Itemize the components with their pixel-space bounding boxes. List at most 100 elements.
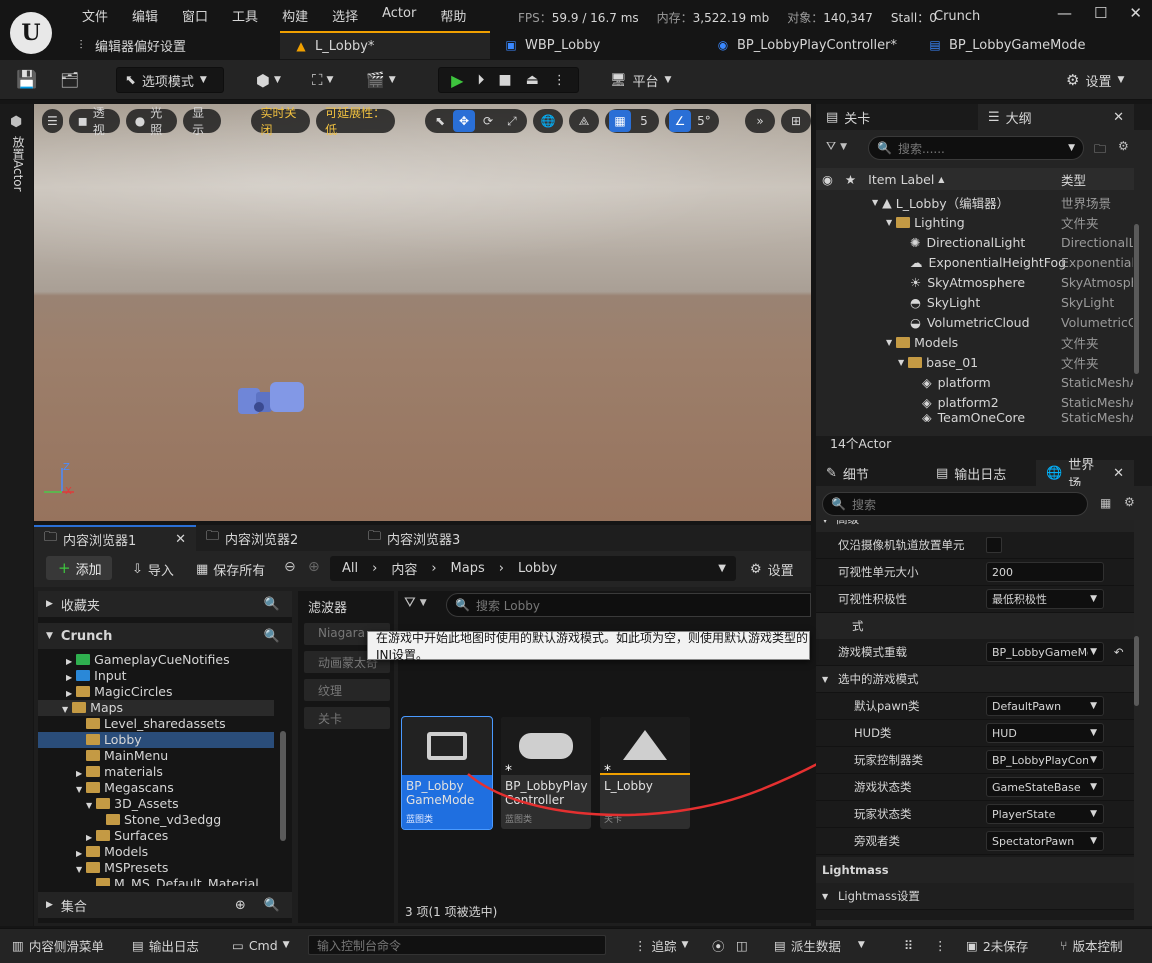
filter-texture[interactable]: 纹理 <box>304 679 390 701</box>
section-game-mode[interactable]: 式 <box>816 613 1134 639</box>
step-icon[interactable]: ⏵ <box>477 72 484 88</box>
scalability-badge[interactable]: 可延展性：低 <box>316 106 395 137</box>
reset-arrow-icon[interactable]: ↶ <box>1114 645 1124 659</box>
section-lightmass-settings[interactable]: ▼ Lightmass设置 <box>816 883 1134 910</box>
eject-icon[interactable]: ⏏ <box>526 72 539 88</box>
mode-dropdown[interactable]: ⬉ 选项模式 ▼ <box>116 67 224 93</box>
browse-icon[interactable]: 🗂 <box>60 67 79 93</box>
menu-help[interactable]: 帮助 <box>428 6 478 25</box>
tab-content-browser-3[interactable]: 🗀 内容浏览器3 <box>358 525 520 551</box>
close-icon[interactable]: ✕ <box>175 532 186 547</box>
tree-item[interactable]: ▼ Maps <box>38 700 274 716</box>
tree-item-selected[interactable]: Lobby <box>38 732 274 748</box>
tab-details[interactable]: ✎ 细节 <box>816 460 926 486</box>
trace-button[interactable]: ⋮ 追踪 ▼ <box>634 935 688 955</box>
outliner-row[interactable]: ☁ ExponentialHeightFogExponentialHeightFo… <box>816 252 1134 272</box>
more-options-icon[interactable]: ⋮ <box>553 73 566 88</box>
output-log-button[interactable]: ▤ 输出日志 <box>132 935 199 955</box>
menu-actor[interactable]: Actor <box>370 6 428 25</box>
tree-item[interactable]: ▼ MSPresets <box>76 860 168 876</box>
close-icon[interactable]: ✕ <box>1129 4 1142 22</box>
col-item-label[interactable]: Item Label <box>868 172 934 187</box>
move-tool-icon[interactable]: ✥ <box>452 110 475 132</box>
tab-outliner[interactable]: ☰ 大纲 ✕ <box>978 104 1134 130</box>
prop-number-input[interactable]: 200 <box>986 562 1104 582</box>
save-all-button[interactable]: ▦ 保存所有 <box>196 560 265 579</box>
add-button[interactable]: + 添加 <box>46 556 112 580</box>
angle-icon[interactable]: ∠ <box>668 110 691 132</box>
tree-item[interactable]: ▶ Input <box>66 668 127 684</box>
menu-window[interactable]: 窗口 <box>170 6 220 25</box>
perspective-button[interactable]: ◼ 透视 <box>68 106 120 137</box>
tree-scrollbar[interactable] <box>280 731 286 841</box>
outliner-filter-dropdown[interactable]: ⛛ ▼ <box>826 139 847 154</box>
unreal-logo-icon[interactable]: U <box>10 12 52 54</box>
minimize-icon[interactable]: — <box>1057 4 1072 22</box>
surface-snap-icon[interactable]: ⟁ <box>573 110 595 132</box>
maximize-icon[interactable]: ☐ <box>1094 4 1107 22</box>
close-icon[interactable]: ✕ <box>1113 110 1124 125</box>
more-options-icon[interactable]: ⋮ <box>934 935 947 955</box>
filter-dropdown[interactable]: ⛛ ▼ <box>404 595 427 611</box>
tree-item[interactable]: ▼ 3D_Assets <box>86 796 179 812</box>
menu-file[interactable]: 文件 <box>70 6 120 25</box>
layout-icon[interactable]: ⊞ <box>785 110 807 132</box>
tree-item[interactable]: Level_sharedassets <box>86 716 226 732</box>
menu-select[interactable]: 选择 <box>320 6 370 25</box>
menu-edit[interactable]: 编辑 <box>120 6 170 25</box>
show-button[interactable]: 显示 <box>183 106 222 137</box>
select-tool-icon[interactable]: ⬉ <box>429 110 451 132</box>
outliner-row[interactable]: ☀ SkyAtmosphere SkyAtmosphere <box>816 272 1134 292</box>
tab-editor-prefs[interactable]: ⫶ 编辑器偏好设置 <box>60 31 280 59</box>
player-mesh[interactable] <box>230 374 310 424</box>
lit-button[interactable]: ● 光照 <box>125 106 178 137</box>
star-icon[interactable]: ★ <box>845 172 856 187</box>
play-icon[interactable]: ▶ <box>451 71 463 90</box>
asset-search-input[interactable]: 🔍 搜索 Lobby <box>446 593 811 617</box>
prop-dropdown[interactable]: GameStateBase ▼ <box>986 777 1104 797</box>
prop-dropdown[interactable]: SpectatorPawn ▼ <box>986 831 1104 851</box>
prop-checkbox[interactable] <box>986 537 1002 553</box>
menu-build[interactable]: 构建 <box>270 6 320 25</box>
details-scrollbar[interactable] <box>1134 636 1139 706</box>
section-advanced[interactable]: ▼ 高级 <box>816 520 1134 532</box>
tab-l-lobby[interactable]: ▲ L_Lobby* <box>280 31 490 59</box>
outliner-scrollbar[interactable] <box>1134 224 1139 374</box>
globe-icon[interactable]: 🌐 <box>537 110 559 132</box>
outliner-row[interactable]: ◈ TeamOneCore StaticMeshActor <box>816 412 1134 422</box>
tree-item[interactable]: ▶ Models <box>76 844 148 860</box>
grid-icon[interactable]: ▦ <box>608 110 631 132</box>
outliner-row[interactable]: ◒ VolumetricCloud VolumetricCloud <box>816 312 1134 332</box>
add-folder-icon[interactable]: 🗀 <box>1094 140 1106 161</box>
project-header[interactable]: ▼ Crunch 🔍 <box>38 623 292 649</box>
prop-dropdown[interactable]: DefaultPawn ▼ <box>986 696 1104 716</box>
collections-header[interactable]: ▶ 集合 ⊕ 🔍 <box>38 892 292 918</box>
unsaved-button[interactable]: ▣ 2未保存 <box>966 935 1028 955</box>
tree-item[interactable]: Stone_vd3edgg <box>106 812 221 828</box>
snapshot-icon[interactable]: ◫ <box>736 935 748 955</box>
tab-bp-lobby-gamemode[interactable]: ▤ BP_LobbyGameMode <box>914 31 1124 59</box>
prop-dropdown[interactable]: 最低积极性 ▼ <box>986 589 1104 609</box>
section-selected-game-mode[interactable]: ▼ 选中的游戏模式 <box>816 666 1134 693</box>
outliner-row[interactable]: ◈ platform StaticMeshActor <box>816 372 1134 392</box>
search-icon[interactable]: 🔍 <box>264 629 280 644</box>
prop-dropdown[interactable]: HUD ▼ <box>986 723 1104 743</box>
tree-item[interactable]: ▶ materials <box>76 764 163 780</box>
tab-world-settings[interactable]: 🌐 世界场... ✕ <box>1036 458 1134 492</box>
cmd-dropdown[interactable]: ▭ Cmd ▼ <box>232 935 290 955</box>
forward-icon[interactable]: ⊕ <box>308 559 320 575</box>
tab-content-browser-2[interactable]: 🗀 内容浏览器2 <box>196 525 358 551</box>
tab-levels[interactable]: ▤ 关卡 <box>816 104 978 130</box>
outliner-row[interactable]: ▼ Lighting 文件夹 <box>816 212 1134 232</box>
settings-button[interactable]: ⚙ 设置 ▼ <box>1066 67 1124 93</box>
outliner-row[interactable]: ▼ Models 文件夹 <box>816 332 1134 352</box>
gear-icon[interactable]: ⚙ <box>1124 495 1135 509</box>
tree-item[interactable]: ▶ Surfaces <box>86 828 168 844</box>
prop-dropdown[interactable]: PlayerState ▼ <box>986 804 1104 824</box>
details-search-input[interactable]: 🔍 搜索 <box>822 492 1088 516</box>
col-type[interactable]: 类型 <box>1061 170 1086 189</box>
scale-tool-icon[interactable]: ⤢ <box>501 110 523 132</box>
menu-tools[interactable]: 工具 <box>220 6 270 25</box>
search-icon[interactable]: 🔍 <box>264 597 280 612</box>
outliner-row[interactable]: ◓ SkyLight SkyLight <box>816 292 1134 312</box>
